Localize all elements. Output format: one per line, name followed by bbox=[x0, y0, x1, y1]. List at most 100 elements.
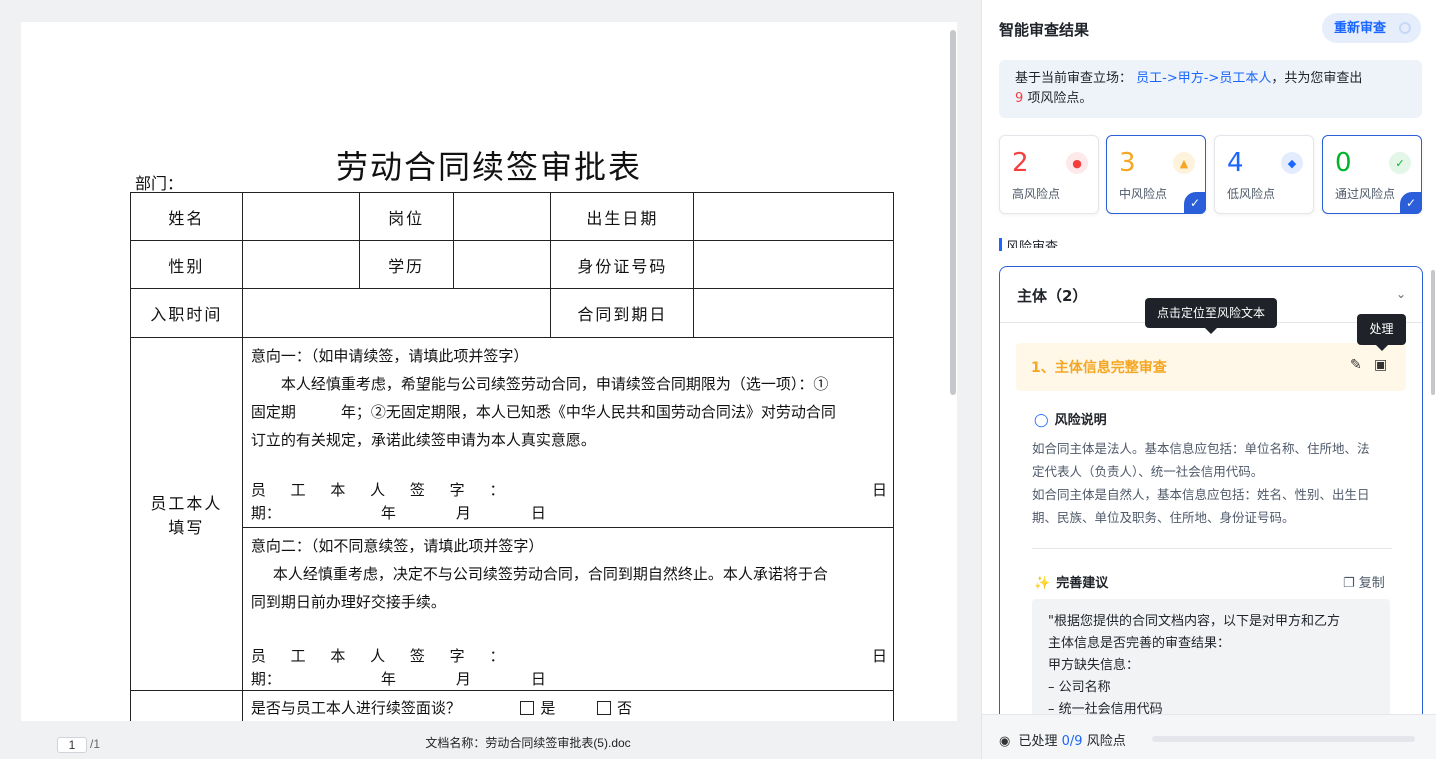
summary-count: 9 bbox=[1015, 91, 1024, 106]
interview-cell: 是否与员工本人进行续签面谈？ 是 否 bbox=[241, 690, 895, 721]
intent1-month: 月 bbox=[455, 504, 471, 522]
suggest-line: 甲方缺失信息： bbox=[1048, 658, 1140, 673]
intent2-month: 月 bbox=[455, 670, 471, 688]
interview-no-label: 否 bbox=[617, 699, 633, 717]
divider bbox=[1032, 548, 1392, 549]
risk-item-title[interactable]: 1、主体信息完整审查 bbox=[1031, 357, 1167, 377]
handle-icon[interactable]: ▣ bbox=[1374, 357, 1387, 373]
value-education[interactable] bbox=[452, 240, 552, 289]
intent2-heading: 意向二：（如不同意续签，请填此项并签字） bbox=[250, 537, 544, 555]
interview-yes-checkbox[interactable] bbox=[520, 701, 535, 715]
suggest-line: – 公司名称 bbox=[1048, 680, 1111, 695]
approval-form-table: 姓名 岗位 出生日期 性别 学历 身份证号码 入职时间 合同到期日 员工本人 填… bbox=[130, 192, 895, 721]
stat-medium-value: 3 bbox=[1119, 148, 1136, 178]
risk-explain-heading-text: 风险说明 bbox=[1054, 413, 1107, 428]
recheck-button[interactable]: 重新审查 bbox=[1322, 13, 1421, 43]
suggest-text-box: "根据您提供的合同文档内容，以下是对甲方和乙方 主体信息是否完善的审查结果： 甲… bbox=[1032, 599, 1390, 725]
suggest-heading-text: 完善建议 bbox=[1056, 576, 1109, 591]
document-page[interactable]: 劳动合同续签审批表 部门： 姓名 岗位 出生日期 性别 学历 身份证号码 入职时… bbox=[21, 22, 957, 721]
intent2-body-line1: 本人经慎重考虑，决定不与公司续签劳动合同，合同到期自然终止。本人承诺将于合 bbox=[272, 565, 828, 583]
stat-low-label: 低风险点 bbox=[1227, 187, 1276, 201]
value-gender[interactable] bbox=[241, 240, 360, 289]
value-birth-date[interactable] bbox=[693, 192, 894, 241]
stat-low-value: 4 bbox=[1227, 148, 1244, 178]
document-name: 文档名称：劳动合同续签审批表(5).doc bbox=[425, 736, 631, 750]
label-interview bbox=[130, 690, 243, 721]
intent2-sign-label: 员 工 本 人 签 字 ： bbox=[250, 647, 515, 665]
summary-prefix: 基于当前审查立场： bbox=[1015, 71, 1133, 86]
section-label: 风险审查 bbox=[1006, 240, 1059, 248]
copy-icon: ❐ bbox=[1343, 576, 1355, 591]
value-id-number[interactable] bbox=[693, 240, 894, 289]
value-name[interactable] bbox=[241, 192, 360, 241]
stat-card-high[interactable]: 2 ● 高风险点 bbox=[999, 135, 1099, 214]
label-education: 学历 bbox=[358, 240, 454, 289]
stat-high-label: 高风险点 bbox=[1012, 187, 1061, 201]
flame-icon: ● bbox=[1066, 152, 1088, 174]
copy-label: 复制 bbox=[1358, 576, 1385, 591]
interview-question: 是否与员工本人进行续签面谈？ bbox=[250, 699, 461, 717]
tooltip-locate: 点击定位至风险文本 bbox=[1145, 298, 1277, 334]
intent2-body-line2: 同到期日前办理好交接手续。 bbox=[250, 593, 446, 611]
intent1-body-line1: 本人经慎重考虑，希望能与公司续签劳动合同，申请续签合同期限为（选一项）：① bbox=[280, 375, 829, 393]
explain-line: 期、民族、单位及职务、住所地、身份证号码。 bbox=[1032, 510, 1295, 525]
processed-suffix: 风险点 bbox=[1086, 734, 1126, 749]
summary-middle: ，共为您审查出 bbox=[1271, 71, 1363, 86]
review-summary: 基于当前审查立场： 员工->甲方->员工本人，共为您审查出 9 项风险点。 bbox=[999, 60, 1422, 118]
value-contract-expiry[interactable] bbox=[693, 288, 894, 338]
intent1-date-prefix: 期： bbox=[250, 504, 281, 522]
summary-stance[interactable]: 员工->甲方->员工本人 bbox=[1136, 71, 1271, 86]
stat-medium-label: 中风险点 bbox=[1119, 187, 1168, 201]
panel-scrollbar[interactable] bbox=[1431, 270, 1435, 395]
stat-high-value: 2 bbox=[1012, 148, 1029, 178]
magic-wand-icon: ✨ bbox=[1034, 576, 1051, 591]
label-employee-fill-line1: 员工本人 bbox=[150, 494, 223, 513]
chevron-down-icon[interactable]: ⌄ bbox=[1396, 287, 1406, 301]
recheck-label: 重新审查 bbox=[1334, 20, 1387, 35]
copy-button[interactable]: ❐ 复制 bbox=[1343, 572, 1385, 591]
stat-card-passed[interactable]: 0 ✓ 通过风险点 ✓ bbox=[1322, 135, 1422, 214]
value-entry-time[interactable] bbox=[241, 288, 552, 338]
suggest-line: "根据您提供的合同文档内容，以下是对甲方和乙方 bbox=[1048, 614, 1340, 629]
risk-item[interactable]: 1、主体信息完整审查 ✎ ▣ bbox=[1016, 343, 1406, 391]
subject-header[interactable]: 主体（2） bbox=[1017, 285, 1087, 306]
explain-line: 如合同主体是自然人，基本信息应包括：姓名、性别、出生日 bbox=[1032, 487, 1370, 502]
label-birth-date: 出生日期 bbox=[550, 192, 695, 241]
section-accent-bar bbox=[999, 238, 1002, 251]
processed-status: ◉ 已处理 0/9 风险点 bbox=[999, 730, 1126, 749]
intent1-body-line2: 固定期 年；②无固定期限，本人已知悉《中华人民共和国劳动合同法》对劳动合同 bbox=[250, 403, 836, 421]
stat-card-low[interactable]: 4 ◆ 低风险点 bbox=[1214, 135, 1314, 214]
value-position[interactable] bbox=[452, 192, 552, 241]
interview-no-checkbox[interactable] bbox=[597, 701, 611, 715]
selected-check-icon: ✓ bbox=[1184, 192, 1206, 214]
document-viewer: 劳动合同续签审批表 部门： 姓名 岗位 出生日期 性别 学历 身份证号码 入职时… bbox=[0, 0, 981, 759]
label-contract-expiry: 合同到期日 bbox=[550, 288, 695, 338]
risk-explain-text: 如合同主体是法人。基本信息应包括：单位名称、住所地、法 定代表人（负责人）、统一… bbox=[1032, 437, 1392, 529]
stat-card-medium[interactable]: 3 ▲ 中风险点 ✓ bbox=[1106, 135, 1206, 214]
dept-label: 部门： bbox=[135, 174, 184, 193]
processed-count: 0/9 bbox=[1061, 734, 1083, 749]
suggest-line: 主体信息是否完善的审查结果： bbox=[1048, 636, 1231, 651]
tooltip-handle: 处理 bbox=[1357, 314, 1406, 351]
intent2-year: 年 bbox=[380, 670, 396, 688]
intent2-cell[interactable]: 意向二：（如不同意续签，请填此项并签字） 本人经慎重考虑，决定不与公司续签劳动合… bbox=[241, 527, 895, 691]
label-employee-fill-line2: 填写 bbox=[168, 518, 205, 537]
label-name: 姓名 bbox=[130, 192, 243, 241]
label-employee-fill: 员工本人 填写 bbox=[130, 337, 243, 691]
document-scrollbar[interactable] bbox=[950, 30, 956, 395]
intent1-day: 日 bbox=[530, 504, 546, 522]
shield-warning-icon: ▲ bbox=[1173, 152, 1195, 174]
intent2-day: 日 bbox=[530, 670, 546, 688]
edit-icon[interactable]: ✎ bbox=[1350, 357, 1362, 373]
intent1-cell[interactable]: 意向一：（如申请续签，请填此项并签字） 本人经慎重考虑，希望能与公司续签劳动合同… bbox=[241, 337, 895, 528]
label-gender: 性别 bbox=[130, 240, 243, 289]
intent1-body-line3: 订立的有关规定，承诺此续签申请为本人真实意愿。 bbox=[250, 431, 596, 449]
check-circle-icon: ✓ bbox=[1389, 152, 1411, 174]
label-position: 岗位 bbox=[358, 192, 454, 241]
label-id-number: 身份证号码 bbox=[550, 240, 695, 289]
explain-line: 定代表人（负责人）、统一社会信用代码。 bbox=[1032, 464, 1264, 479]
intent1-day-label: 日 bbox=[871, 481, 887, 499]
intent1-heading: 意向一：（如申请续签，请填此项并签字） bbox=[250, 347, 529, 365]
progress-bar bbox=[1152, 736, 1415, 742]
selected-check-icon: ✓ bbox=[1400, 192, 1422, 214]
